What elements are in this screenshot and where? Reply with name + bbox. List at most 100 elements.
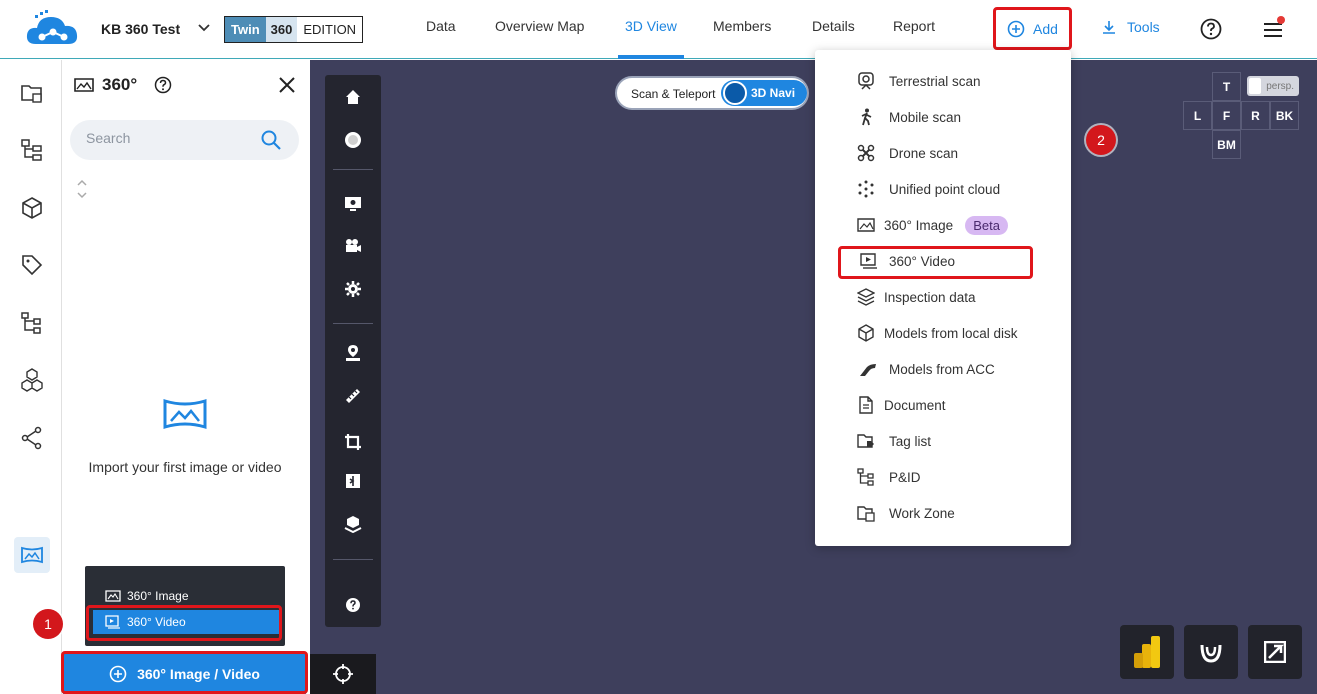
- panorama-image-icon: [105, 590, 121, 602]
- panorama-image-icon: [74, 78, 94, 92]
- panorama-image-icon: [857, 218, 875, 232]
- menu-item-tag-list[interactable]: Tag list: [889, 431, 931, 451]
- cubes-icon[interactable]: [19, 367, 45, 393]
- fullscreen-button[interactable]: [1248, 625, 1302, 679]
- popup-video-highlight: [86, 605, 282, 641]
- left-icon-rail: [0, 60, 62, 694]
- tab-data[interactable]: Data: [426, 18, 456, 34]
- layers-icon: [857, 288, 875, 306]
- location-pin-icon[interactable]: [344, 344, 362, 362]
- view-cube-right[interactable]: R: [1241, 101, 1270, 130]
- pid-tree-icon: [857, 468, 874, 486]
- side-panel-360: 360° Import your first image or video 36…: [62, 60, 308, 694]
- tree-structure-icon[interactable]: [19, 137, 45, 163]
- menu-item-work-zone[interactable]: Work Zone: [889, 503, 955, 523]
- edition-label: EDITION: [297, 17, 363, 42]
- walking-person-icon: [861, 108, 872, 126]
- view-cube-top[interactable]: T: [1212, 72, 1241, 101]
- viewer-toolbar: [325, 75, 381, 627]
- crosshair-button[interactable]: [310, 654, 376, 694]
- tag-folder-icon: [857, 434, 874, 448]
- step-badge-1: 1: [33, 609, 63, 639]
- menu-item-terrestrial-scan[interactable]: Terrestrial scan: [889, 71, 981, 91]
- menu-video-highlight: [838, 246, 1033, 279]
- tag-icon[interactable]: [19, 252, 45, 278]
- clock-icon[interactable]: [344, 131, 362, 149]
- tab-3d-view[interactable]: 3D View: [625, 18, 677, 34]
- plus-circle-icon: [1007, 20, 1025, 37]
- empty-state-text: Import your first image or video: [88, 459, 282, 475]
- menu-item-document[interactable]: Document: [884, 395, 946, 415]
- vr-headset-icon: [1200, 644, 1222, 663]
- close-icon[interactable]: [278, 76, 296, 94]
- toolbar-separator: [333, 323, 373, 324]
- fullscreen-icon: [1264, 641, 1286, 663]
- add-label: Add: [1033, 20, 1058, 37]
- chevron-down-icon[interactable]: [196, 19, 212, 35]
- menu-item-unified-point-cloud[interactable]: Unified point cloud: [889, 179, 1000, 199]
- navigation-mode-toggle[interactable]: Scan & Teleport 3D Navi: [615, 76, 809, 110]
- cube-hand-icon[interactable]: [344, 515, 362, 533]
- tab-details[interactable]: Details: [812, 18, 855, 34]
- drone-icon: [857, 144, 875, 162]
- screen-settings-icon[interactable]: [344, 194, 362, 212]
- tab-report[interactable]: Report: [893, 18, 935, 34]
- help-icon[interactable]: [344, 596, 362, 614]
- view-cube-back[interactable]: BK: [1270, 101, 1299, 130]
- top-bar: KB 360 Test Twin 360 EDITION Data Overvi…: [0, 0, 1317, 59]
- sort-icon[interactable]: [76, 178, 88, 200]
- view-cube-front[interactable]: F: [1212, 101, 1241, 130]
- panorama-image-icon[interactable]: [19, 542, 45, 568]
- menu-item-drone-scan[interactable]: Drone scan: [889, 143, 958, 163]
- vr-view-button[interactable]: [1184, 625, 1238, 679]
- menu-item-mobile-scan[interactable]: Mobile scan: [889, 107, 961, 127]
- tools-button[interactable]: Tools: [1101, 19, 1160, 35]
- work-zone-icon: [857, 506, 875, 522]
- crop-icon[interactable]: [344, 433, 362, 451]
- power-bi-button[interactable]: [1120, 625, 1174, 679]
- download-icon: [1103, 21, 1115, 34]
- ruler-icon[interactable]: [344, 387, 362, 405]
- cube-icon[interactable]: [19, 195, 45, 221]
- folder-scan-icon[interactable]: [19, 80, 45, 106]
- search-icon[interactable]: [260, 129, 282, 151]
- search-input[interactable]: [86, 130, 256, 146]
- menu-item-models-local-disk[interactable]: Models from local disk: [884, 323, 1018, 343]
- help-icon[interactable]: [154, 76, 172, 94]
- toolbar-separator: [333, 169, 373, 170]
- 3d-viewport[interactable]: Scan & Teleport 3D Navi T L F R BK BM pe…: [310, 60, 1317, 694]
- navi-icon: [723, 81, 747, 105]
- tab-overview-map[interactable]: Overview Map: [495, 18, 584, 34]
- 3d-navi-option[interactable]: 3D Navi: [721, 80, 807, 106]
- panel-title: 360°: [74, 75, 137, 95]
- tab-members[interactable]: Members: [713, 18, 771, 34]
- menu-item-models-from-acc[interactable]: Models from ACC: [889, 359, 995, 379]
- cloud-logo-icon[interactable]: [24, 10, 80, 50]
- import-button-highlight: [61, 651, 308, 694]
- panorama-empty-icon: [163, 398, 207, 430]
- view-cube-bottom[interactable]: BM: [1212, 130, 1241, 159]
- share-icon[interactable]: [19, 425, 45, 451]
- pid-tree-icon[interactable]: [19, 310, 45, 336]
- add-button[interactable]: Add: [993, 7, 1072, 50]
- help-icon[interactable]: [1200, 18, 1222, 40]
- menu-item-inspection-data[interactable]: Inspection data: [884, 287, 976, 307]
- edition-twin: Twin: [225, 17, 266, 42]
- crosshair-icon: [333, 664, 353, 684]
- project-name[interactable]: KB 360 Test: [101, 21, 180, 37]
- cube-icon: [858, 324, 874, 342]
- menu-item-360-image[interactable]: 360° Image Beta: [884, 215, 1008, 235]
- video-camera-icon[interactable]: [344, 237, 362, 255]
- point-cloud-icon: [858, 180, 874, 198]
- step-badge-2: 2: [1086, 125, 1116, 155]
- menu-item-pid[interactable]: P&ID: [889, 467, 921, 487]
- scan-teleport-option[interactable]: Scan & Teleport: [631, 87, 716, 101]
- perspective-toggle[interactable]: persp.: [1247, 76, 1299, 96]
- section-box-icon[interactable]: [344, 472, 362, 490]
- gear-icon[interactable]: [344, 280, 362, 298]
- home-icon[interactable]: [344, 88, 362, 106]
- tools-label: Tools: [1127, 19, 1160, 35]
- toolbar-separator: [333, 559, 373, 560]
- view-cube-left[interactable]: L: [1183, 101, 1212, 130]
- terrestrial-scanner-icon: [858, 72, 874, 90]
